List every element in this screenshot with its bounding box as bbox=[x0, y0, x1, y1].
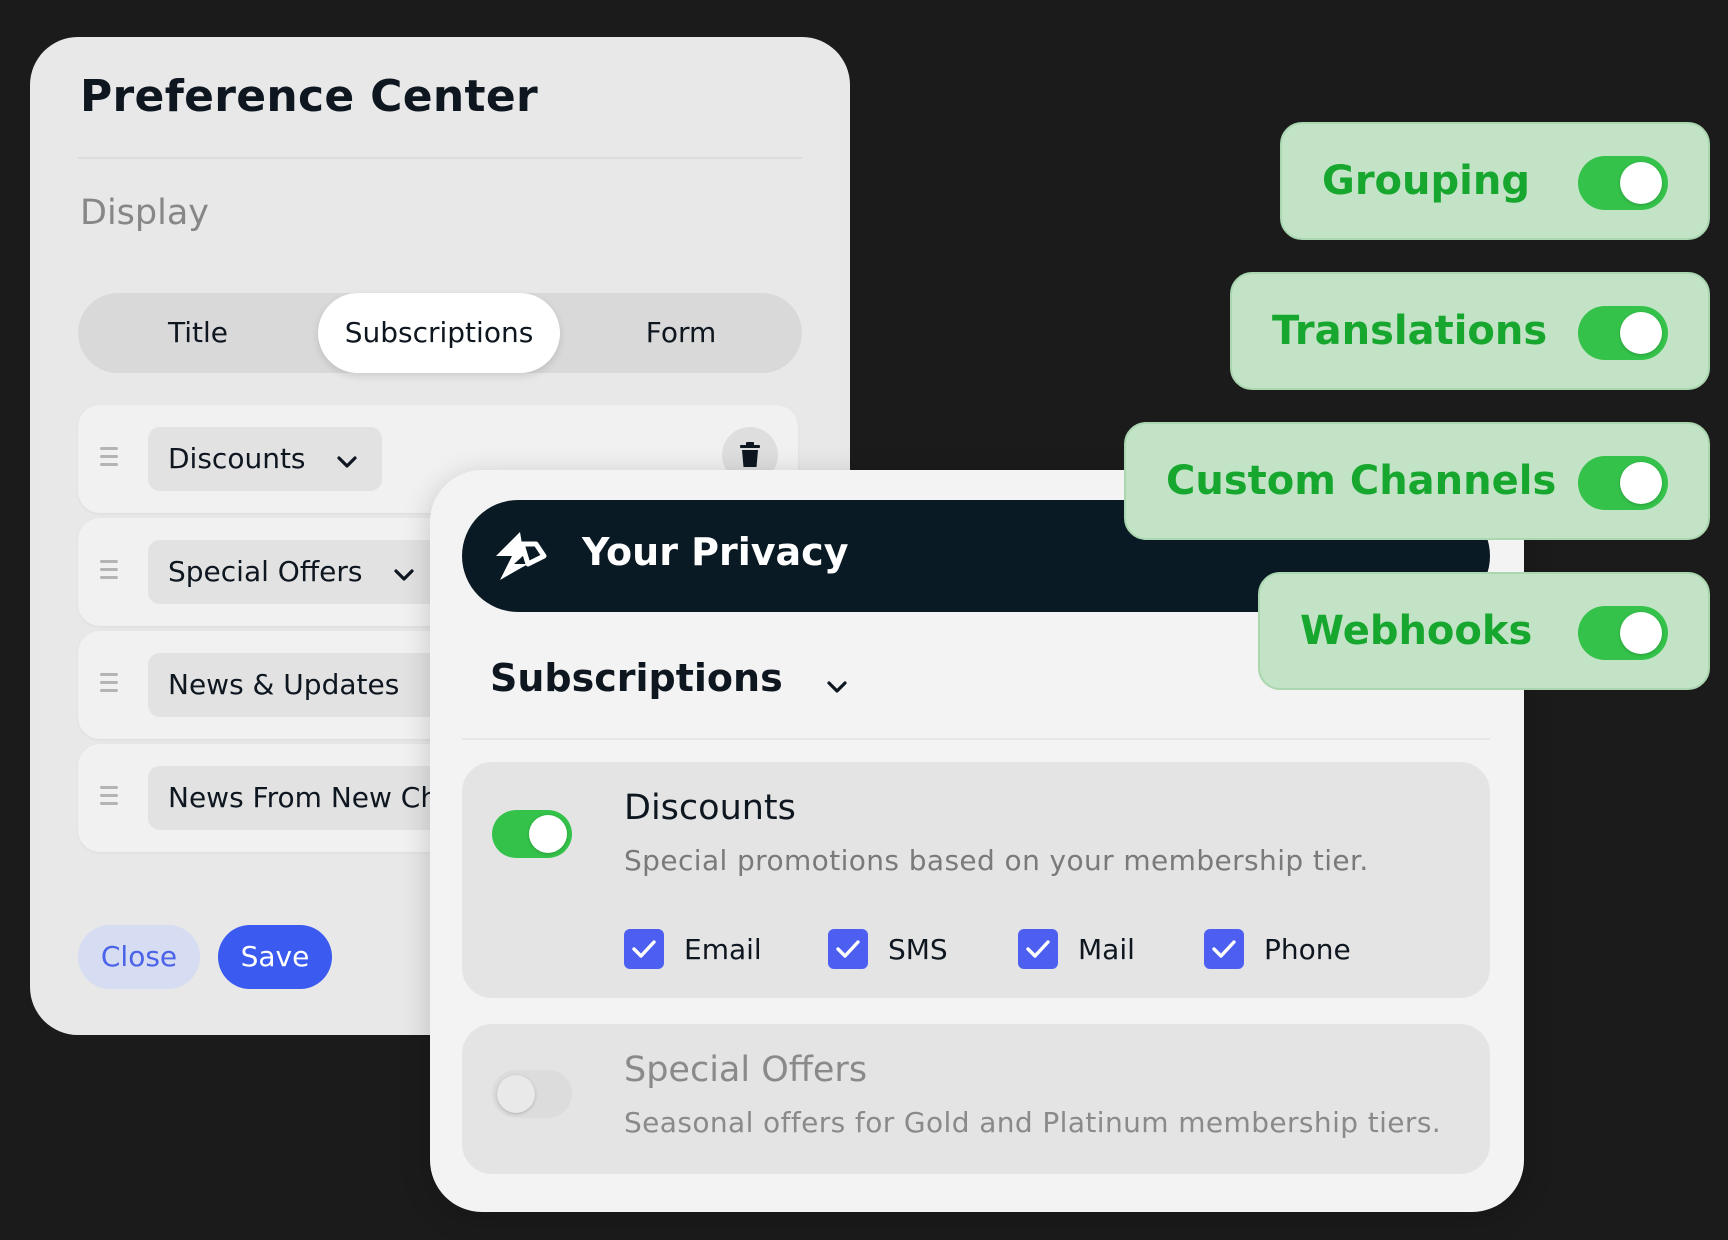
section-label-display: Display bbox=[80, 193, 210, 233]
divider bbox=[78, 157, 802, 159]
toggle-knob bbox=[1620, 162, 1662, 204]
subscription-name: Discounts bbox=[624, 788, 796, 828]
feature-label: Custom Channels bbox=[1166, 458, 1557, 504]
channel-label: Email bbox=[684, 932, 762, 966]
subscription-select[interactable]: Discounts bbox=[148, 427, 382, 491]
toggle-knob bbox=[1620, 462, 1662, 504]
discounts-toggle[interactable] bbox=[492, 810, 572, 858]
feature-custom-channels: Custom Channels bbox=[1124, 422, 1710, 540]
channel-label: Mail bbox=[1078, 932, 1135, 966]
chevron-down-icon bbox=[336, 428, 358, 491]
custom-channels-toggle[interactable] bbox=[1578, 456, 1668, 510]
drag-handle-icon[interactable] bbox=[100, 560, 118, 584]
grouping-toggle[interactable] bbox=[1578, 156, 1668, 210]
feature-label: Webhooks bbox=[1300, 608, 1533, 654]
subscription-description: Special promotions based on your members… bbox=[624, 844, 1369, 877]
divider bbox=[462, 738, 1490, 740]
select-label: Discounts bbox=[168, 442, 306, 475]
checkmark-icon bbox=[624, 929, 664, 969]
channel-phone-checkbox[interactable]: Phone bbox=[1204, 928, 1351, 970]
subscription-card-discounts: Discounts Special promotions based on yo… bbox=[462, 762, 1490, 998]
chevron-down-icon bbox=[393, 541, 415, 604]
special-offers-toggle[interactable] bbox=[492, 1070, 572, 1118]
select-label: Special Offers bbox=[168, 555, 363, 588]
close-button[interactable]: Close bbox=[78, 925, 200, 989]
subscription-description: Seasonal offers for Gold and Platinum me… bbox=[624, 1106, 1442, 1139]
chevron-down-icon bbox=[826, 659, 848, 703]
section-title: Subscriptions bbox=[490, 656, 783, 700]
tab-form[interactable]: Form bbox=[560, 293, 802, 373]
feature-label: Translations bbox=[1272, 308, 1548, 354]
toggle-knob bbox=[497, 1075, 535, 1113]
drag-handle-icon[interactable] bbox=[100, 786, 118, 810]
subscription-name: Special Offers bbox=[624, 1050, 868, 1090]
feature-webhooks: Webhooks bbox=[1258, 572, 1710, 690]
toggle-knob bbox=[1620, 312, 1662, 354]
translations-toggle[interactable] bbox=[1578, 306, 1668, 360]
subscription-card-special-offers: Special Offers Seasonal offers for Gold … bbox=[462, 1024, 1490, 1174]
checkmark-icon bbox=[1204, 929, 1244, 969]
subscriptions-dropdown[interactable]: Subscriptions bbox=[490, 656, 848, 703]
channel-mail-checkbox[interactable]: Mail bbox=[1018, 928, 1135, 970]
channel-label: Phone bbox=[1264, 932, 1351, 966]
save-button[interactable]: Save bbox=[218, 925, 332, 989]
drag-handle-icon[interactable] bbox=[100, 673, 118, 697]
channel-email-checkbox[interactable]: Email bbox=[624, 928, 762, 970]
subscription-select[interactable]: Special Offers bbox=[148, 540, 448, 604]
privacy-title: Your Privacy bbox=[582, 530, 849, 574]
feature-grouping: Grouping bbox=[1280, 122, 1710, 240]
select-label: News & Updates bbox=[168, 668, 400, 701]
brand-logo-icon bbox=[492, 530, 548, 586]
tab-subscriptions[interactable]: Subscriptions bbox=[318, 293, 560, 373]
display-tabs: Title Subscriptions Form bbox=[78, 293, 802, 373]
subscription-select[interactable]: News From New Ch bbox=[148, 766, 468, 830]
checkmark-icon bbox=[1018, 929, 1058, 969]
channel-label: SMS bbox=[888, 932, 948, 966]
page-title: Preference Center bbox=[80, 71, 539, 122]
webhooks-toggle[interactable] bbox=[1578, 606, 1668, 660]
drag-handle-icon[interactable] bbox=[100, 447, 118, 471]
channel-sms-checkbox[interactable]: SMS bbox=[828, 928, 948, 970]
feature-label: Grouping bbox=[1322, 158, 1530, 204]
toggle-knob bbox=[1620, 612, 1662, 654]
select-label: News From New Ch bbox=[168, 781, 439, 814]
toggle-knob bbox=[529, 815, 567, 853]
subscription-select[interactable]: News & Updates bbox=[148, 653, 468, 717]
tab-title[interactable]: Title bbox=[78, 293, 318, 373]
feature-translations: Translations bbox=[1230, 272, 1710, 390]
checkmark-icon bbox=[828, 929, 868, 969]
